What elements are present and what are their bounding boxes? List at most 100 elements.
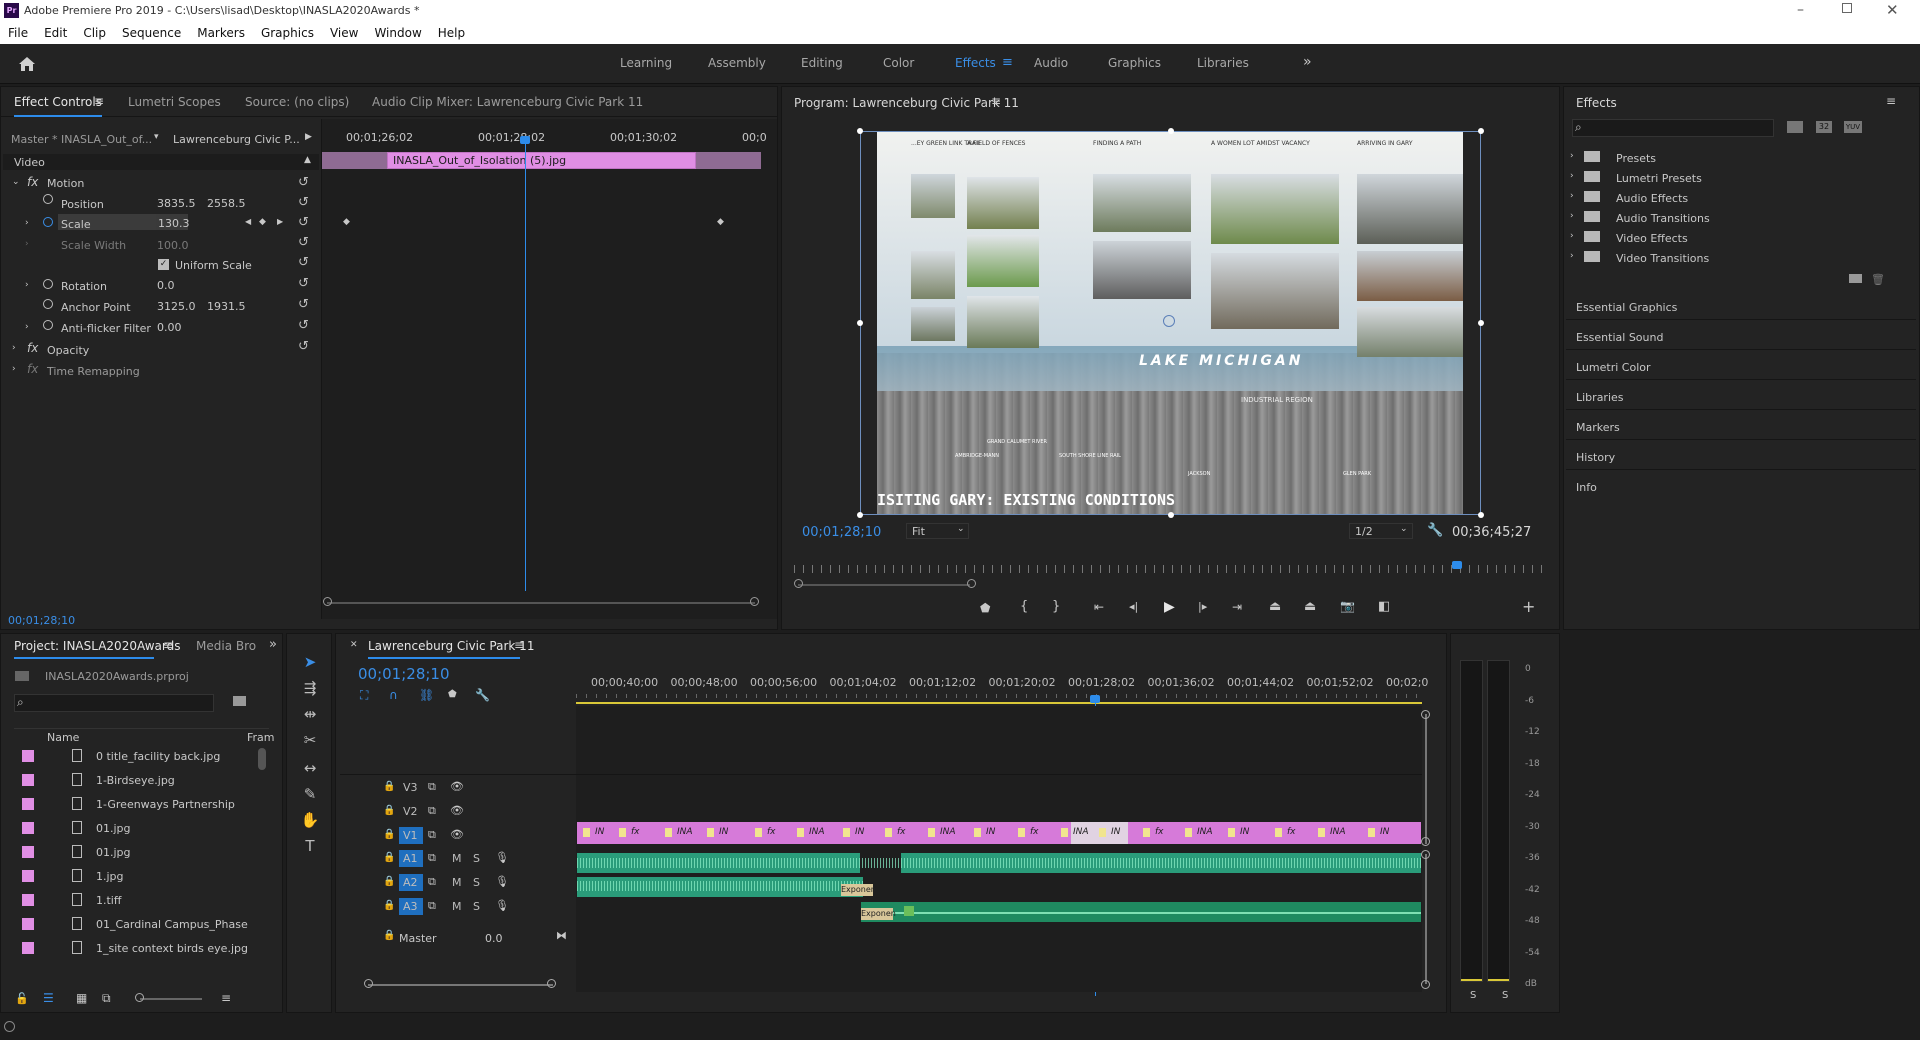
lock-icon[interactable]: 🔒	[383, 900, 395, 911]
reset-icon[interactable]: ↺	[298, 176, 310, 189]
type-tool-icon[interactable]: T	[298, 835, 322, 857]
tab-audio-clip-mixer[interactable]: Audio Clip Mixer: Lawrenceburg Civic Par…	[372, 87, 643, 117]
tree-item-audio-effects[interactable]: › Audio Effects	[1570, 190, 1910, 208]
label-color-swatch[interactable]	[22, 774, 34, 786]
mark-in-icon[interactable]: {	[1020, 599, 1028, 614]
lock-icon[interactable]: 🔓	[15, 992, 29, 1005]
workspace-editing[interactable]: Editing	[801, 56, 843, 70]
section-essential-graphics[interactable]: Essential Graphics	[1576, 301, 1677, 314]
export-frame-icon[interactable]: 📷	[1340, 599, 1355, 613]
mute-button[interactable]: M	[452, 876, 462, 889]
sync-lock-icon[interactable]: ⧉	[428, 780, 436, 794]
label-color-swatch[interactable]	[22, 750, 34, 762]
lock-icon[interactable]: 🔒	[383, 852, 395, 863]
step-back-icon[interactable]: ◂|	[1129, 600, 1138, 613]
audio-transition[interactable]: Exponen	[841, 884, 876, 896]
nest-icon[interactable]: ⛶	[360, 688, 368, 703]
transform-handle[interactable]	[1478, 512, 1484, 518]
reset-icon[interactable]: ↺	[298, 256, 310, 269]
snap-icon[interactable]: ∩	[389, 688, 398, 702]
menu-view[interactable]: View	[322, 22, 366, 44]
tab-source[interactable]: Source: (no clips)	[245, 87, 349, 117]
workspace-menu-icon[interactable]: ≡	[1002, 55, 1013, 70]
list-item[interactable]: 1.tiff	[14, 890, 256, 912]
sync-lock-icon[interactable]: ⧉	[428, 828, 436, 842]
reset-icon[interactable]: ↺	[298, 196, 310, 209]
yuv-effects-icon[interactable]: YUV	[1844, 121, 1862, 133]
section-markers[interactable]: Markers	[1576, 421, 1620, 434]
keyframe-icon[interactable]: ◆	[717, 217, 724, 227]
lock-icon[interactable]: 🔒	[383, 781, 395, 792]
timeline-settings-icon[interactable]: 🔧	[475, 688, 490, 702]
stopwatch-icon[interactable]	[43, 217, 53, 227]
razor-tool-icon[interactable]: ✂	[298, 729, 322, 751]
microphone-icon[interactable]: 🎙	[495, 851, 509, 864]
timeline-title[interactable]: Lawrenceburg Civic Park 11	[368, 639, 534, 653]
reset-icon[interactable]: ↺	[298, 236, 310, 249]
expand-icon[interactable]: ›	[1570, 211, 1574, 221]
freeform-view-icon[interactable]: ⧉	[102, 991, 111, 1006]
tree-item-presets[interactable]: › Presets	[1570, 150, 1910, 168]
wrench-icon[interactable]: 🔧	[1427, 523, 1443, 538]
lock-icon[interactable]: 🔒	[383, 876, 395, 887]
scroll-handle-bottom[interactable]	[1421, 980, 1430, 989]
next-keyframe-icon[interactable]: ▶	[277, 217, 283, 226]
prev-keyframe-icon[interactable]: ◀	[245, 217, 251, 226]
column-frame-rate[interactable]: Fram	[247, 731, 275, 744]
list-item[interactable]: 1-Birdseye.jpg	[14, 770, 256, 792]
more-tabs-icon[interactable]: »	[269, 637, 277, 652]
transform-handle[interactable]	[857, 128, 863, 134]
transform-handle[interactable]	[1168, 128, 1174, 134]
workspace-color[interactable]: Color	[883, 56, 914, 70]
expand-icon[interactable]: ›	[1570, 231, 1574, 241]
eye-icon[interactable]: 👁	[450, 804, 464, 817]
fx-icon[interactable]: fx	[27, 341, 38, 355]
section-info[interactable]: Info	[1576, 481, 1597, 494]
lock-icon[interactable]: 🔒	[383, 829, 395, 840]
menu-edit[interactable]: Edit	[36, 22, 75, 44]
add-button-icon[interactable]: +	[1522, 597, 1535, 616]
scroll-handle-right[interactable]	[967, 579, 976, 588]
trash-icon[interactable]: 🗑	[1871, 273, 1885, 286]
section-lumetri-color[interactable]: Lumetri Color	[1576, 361, 1651, 374]
anchor-x-value[interactable]: 3125.0	[157, 300, 196, 313]
solo-button[interactable]: S	[473, 900, 480, 913]
go-to-in-icon[interactable]: ⇤	[1094, 600, 1104, 614]
accelerated-effects-icon[interactable]	[1787, 121, 1803, 133]
column-name[interactable]: Name	[47, 731, 79, 744]
label-color-swatch[interactable]	[22, 870, 34, 882]
more-workspaces-icon[interactable]: »	[1303, 54, 1312, 70]
home-icon[interactable]	[17, 54, 37, 74]
transform-handle[interactable]	[857, 320, 863, 326]
master-clip-label[interactable]: Master * INASLA_Out_of...	[11, 133, 152, 146]
list-view-icon[interactable]: ☰	[43, 991, 54, 1005]
menu-file[interactable]: File	[0, 22, 36, 44]
sync-lock-icon[interactable]: ⧉	[428, 875, 436, 889]
zoom-slider[interactable]	[140, 998, 202, 1000]
linked-selection-icon[interactable]: ⛓	[419, 688, 434, 702]
comparison-view-icon[interactable]: ◧	[1378, 599, 1390, 614]
panel-menu-icon[interactable]: ≡	[514, 638, 524, 652]
expand-opacity-icon[interactable]: ›	[12, 343, 16, 353]
lock-icon[interactable]: 🔒	[383, 805, 395, 816]
list-item[interactable]: 1-Greenways Partnership	[14, 794, 256, 816]
scroll-handle-bottom[interactable]	[1421, 837, 1430, 846]
panel-menu-icon[interactable]: ≡	[94, 94, 104, 108]
minimize-icon[interactable]: –	[1797, 2, 1811, 18]
icon-view-icon[interactable]: ▦	[76, 991, 87, 1005]
expand-motion-icon[interactable]: ⌄	[12, 177, 20, 187]
workspace-learning[interactable]: Learning	[620, 56, 672, 70]
label-color-swatch[interactable]	[22, 798, 34, 810]
menu-markers[interactable]: Markers	[189, 22, 253, 44]
sort-icon[interactable]: ≡	[221, 991, 231, 1005]
extract-icon[interactable]: ⏏	[1304, 599, 1316, 614]
transform-handle[interactable]	[1168, 512, 1174, 518]
workspace-graphics[interactable]: Graphics	[1108, 56, 1161, 70]
list-item[interactable]: 01_Cardinal Campus_Phase	[14, 914, 256, 936]
list-item[interactable]: 0 title_facility back.jpg	[14, 746, 256, 768]
panel-menu-icon[interactable]: ≡	[991, 94, 1001, 108]
stopwatch-icon[interactable]	[43, 194, 53, 204]
ec-playhead-handle[interactable]	[520, 136, 530, 144]
lock-icon[interactable]: 🔒	[383, 930, 395, 941]
tab-project[interactable]: Project: INASLA2020Awards	[14, 639, 180, 653]
